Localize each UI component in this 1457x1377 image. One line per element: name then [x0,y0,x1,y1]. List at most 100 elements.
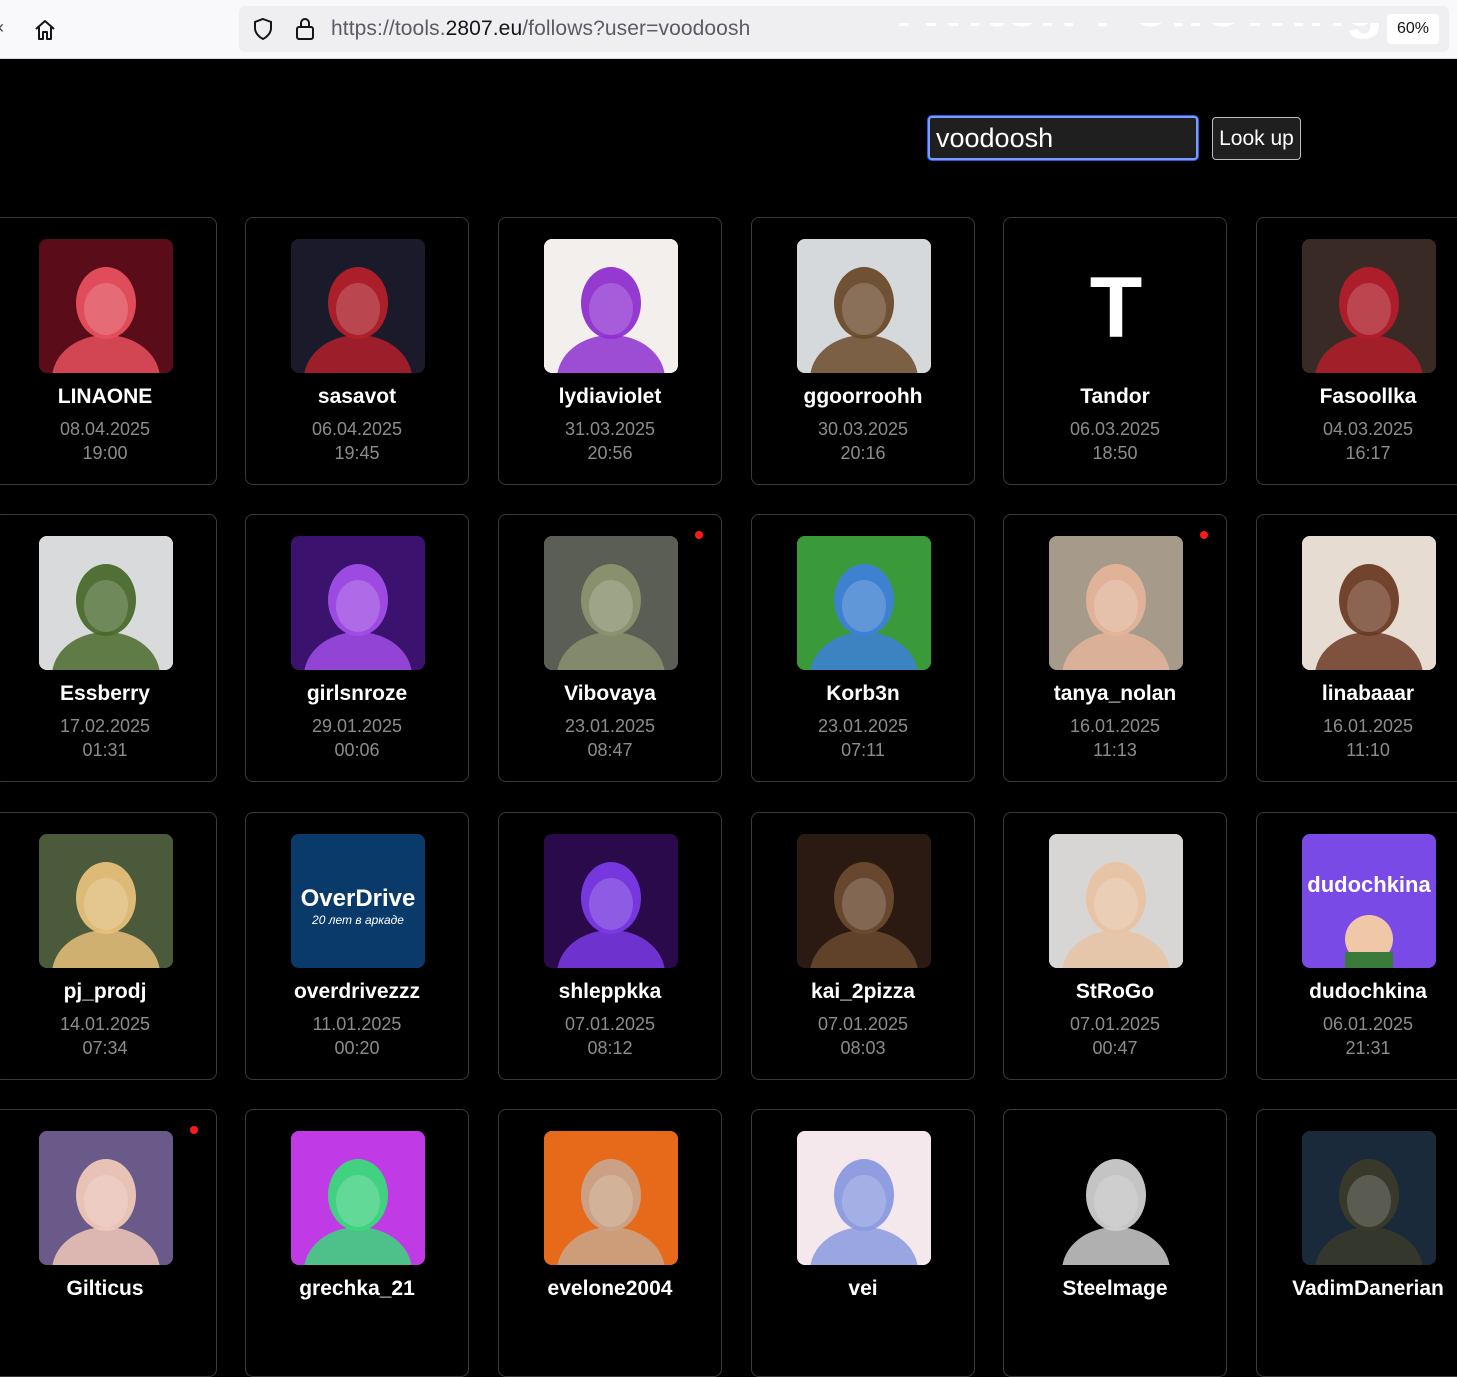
follow-card[interactable]: pj_prodj 14.01.2025 07:34 [0,812,217,1080]
follow-date: 16.01.2025 [1322,716,1414,736]
follow-card[interactable]: StRoGo 07.01.2025 00:47 [1003,812,1227,1080]
follow-time: 08:47 [587,740,633,760]
channel-name[interactable]: tanya_nolan [1004,682,1226,706]
channel-name[interactable]: Korb3n [752,682,974,706]
follow-time: 21:31 [1345,1038,1391,1058]
channel-name[interactable]: overdrivezzz [246,980,468,1004]
svg-text:20 лет в аркаде: 20 лет в аркаде [311,913,404,927]
url-text[interactable]: https://tools.2807.eu/follows?user=voodo… [331,17,750,41]
shield-icon[interactable] [251,17,275,46]
channel-name[interactable]: Vibovaya [499,682,721,706]
follow-card[interactable]: dudochkina dudochkina 06.01.2025 21:31 [1256,812,1457,1080]
follow-card[interactable]: Korb3n 23.01.2025 07:11 [751,514,975,782]
follow-date: 23.01.2025 [564,716,656,736]
avatar[interactable] [797,239,931,373]
avatar[interactable] [1049,536,1183,670]
avatar[interactable] [39,239,173,373]
follow-card[interactable]: OverDrive 20 лет в аркаде overdrivezzz 11.0… [245,812,469,1080]
back-arrow-icon[interactable]: ‹ [0,18,4,36]
channel-name[interactable]: Fasoollka [1257,385,1457,409]
channel-name[interactable]: kai_2pizza [752,980,974,1004]
follow-card[interactable]: T Tandor 06.03.2025 18:50 [1003,217,1227,485]
channel-name[interactable]: Essberry [0,682,216,706]
look-up-button[interactable]: Look up [1212,117,1301,160]
follow-card[interactable]: shleppkka 07.01.2025 08:12 [498,812,722,1080]
channel-name[interactable]: LINAONE [0,385,216,409]
follow-time: 11:10 [1346,740,1390,760]
zoom-level[interactable]: 60% [1386,14,1439,44]
avatar[interactable] [39,1131,173,1265]
avatar[interactable] [1302,536,1436,670]
follow-card[interactable]: Essberry 17.02.2025 01:31 [0,514,217,782]
live-indicator [190,1126,198,1134]
avatar[interactable] [1049,834,1183,968]
follow-card[interactable]: linabaaar 16.01.2025 11:10 [1256,514,1457,782]
avatar[interactable] [797,536,931,670]
follow-card[interactable]: Vibovaya 23.01.2025 08:47 [498,514,722,782]
follow-card[interactable]: ggoorroohh 30.03.2025 20:16 [751,217,975,485]
follow-date: 07.01.2025 [1069,1014,1161,1034]
home-icon[interactable] [28,13,62,47]
channel-name[interactable]: Gilticus [0,1277,216,1301]
lock-icon[interactable] [294,17,316,46]
follow-time: 20:56 [587,443,633,463]
follow-card[interactable]: Steelmage [1003,1109,1227,1377]
avatar[interactable] [544,239,678,373]
follow-card[interactable]: LINAONE 08.04.2025 19:00 [0,217,217,485]
avatar[interactable]: dudochkina [1302,834,1436,968]
avatar[interactable] [797,834,931,968]
avatar[interactable] [1302,239,1436,373]
channel-name[interactable]: linabaaar [1257,682,1457,706]
channel-name[interactable]: dudochkina [1257,980,1457,1004]
follow-card[interactable]: lydiaviolet 31.03.2025 20:56 [498,217,722,485]
follow-date: 17.02.2025 [59,716,151,736]
follow-card[interactable]: tanya_nolan 16.01.2025 11:13 [1003,514,1227,782]
follow-date: 06.01.2025 [1322,1014,1414,1034]
channel-name[interactable]: VadimDanerian [1257,1277,1457,1301]
avatar[interactable] [544,536,678,670]
follow-date: 07.01.2025 [564,1014,656,1034]
follow-time: 01:31 [82,740,128,760]
avatar[interactable] [1049,1131,1183,1265]
channel-name[interactable]: Steelmage [1004,1277,1226,1301]
channel-name[interactable]: pj_prodj [0,980,216,1004]
channel-name[interactable]: evelone2004 [499,1277,721,1301]
channel-name[interactable]: girlsnroze [246,682,468,706]
avatar[interactable] [544,834,678,968]
follow-date: 04.03.2025 [1322,419,1414,439]
follow-card[interactable]: VadimDanerian [1256,1109,1457,1377]
channel-name[interactable]: grechka_21 [246,1277,468,1301]
channel-name[interactable]: StRoGo [1004,980,1226,1004]
svg-text:dudochkina: dudochkina [1307,872,1431,897]
follow-card[interactable]: Gilticus [0,1109,217,1377]
avatar[interactable] [39,834,173,968]
live-indicator [1200,531,1208,539]
avatar[interactable]: T [1049,239,1183,373]
avatar[interactable] [291,1131,425,1265]
follow-time: 11:13 [1093,740,1137,760]
follow-date: 11.01.2025 [312,1014,402,1034]
avatar[interactable]: OverDrive 20 лет в аркаде [291,834,425,968]
follow-card[interactable]: kai_2pizza 07.01.2025 08:03 [751,812,975,1080]
username-input[interactable] [928,116,1198,160]
follow-time: 08:03 [840,1038,886,1058]
avatar[interactable] [291,536,425,670]
avatar[interactable] [1302,1131,1436,1265]
follow-card[interactable]: grechka_21 [245,1109,469,1377]
follow-card[interactable]: sasavot 06.04.2025 19:45 [245,217,469,485]
follow-card[interactable]: girlsnroze 29.01.2025 00:06 [245,514,469,782]
channel-name[interactable]: vei [752,1277,974,1301]
follow-card[interactable]: evelone2004 [498,1109,722,1377]
channel-name[interactable]: shleppkka [499,980,721,1004]
channel-name[interactable]: lydiaviolet [499,385,721,409]
channel-name[interactable]: sasavot [246,385,468,409]
follow-card[interactable]: vei [751,1109,975,1377]
avatar[interactable] [544,1131,678,1265]
avatar[interactable] [797,1131,931,1265]
avatar[interactable] [291,239,425,373]
avatar[interactable] [39,536,173,670]
channel-name[interactable]: Tandor [1004,385,1226,409]
follow-time: 07:11 [841,740,885,760]
follow-card[interactable]: Fasoollka 04.03.2025 16:17 [1256,217,1457,485]
channel-name[interactable]: ggoorroohh [752,385,974,409]
